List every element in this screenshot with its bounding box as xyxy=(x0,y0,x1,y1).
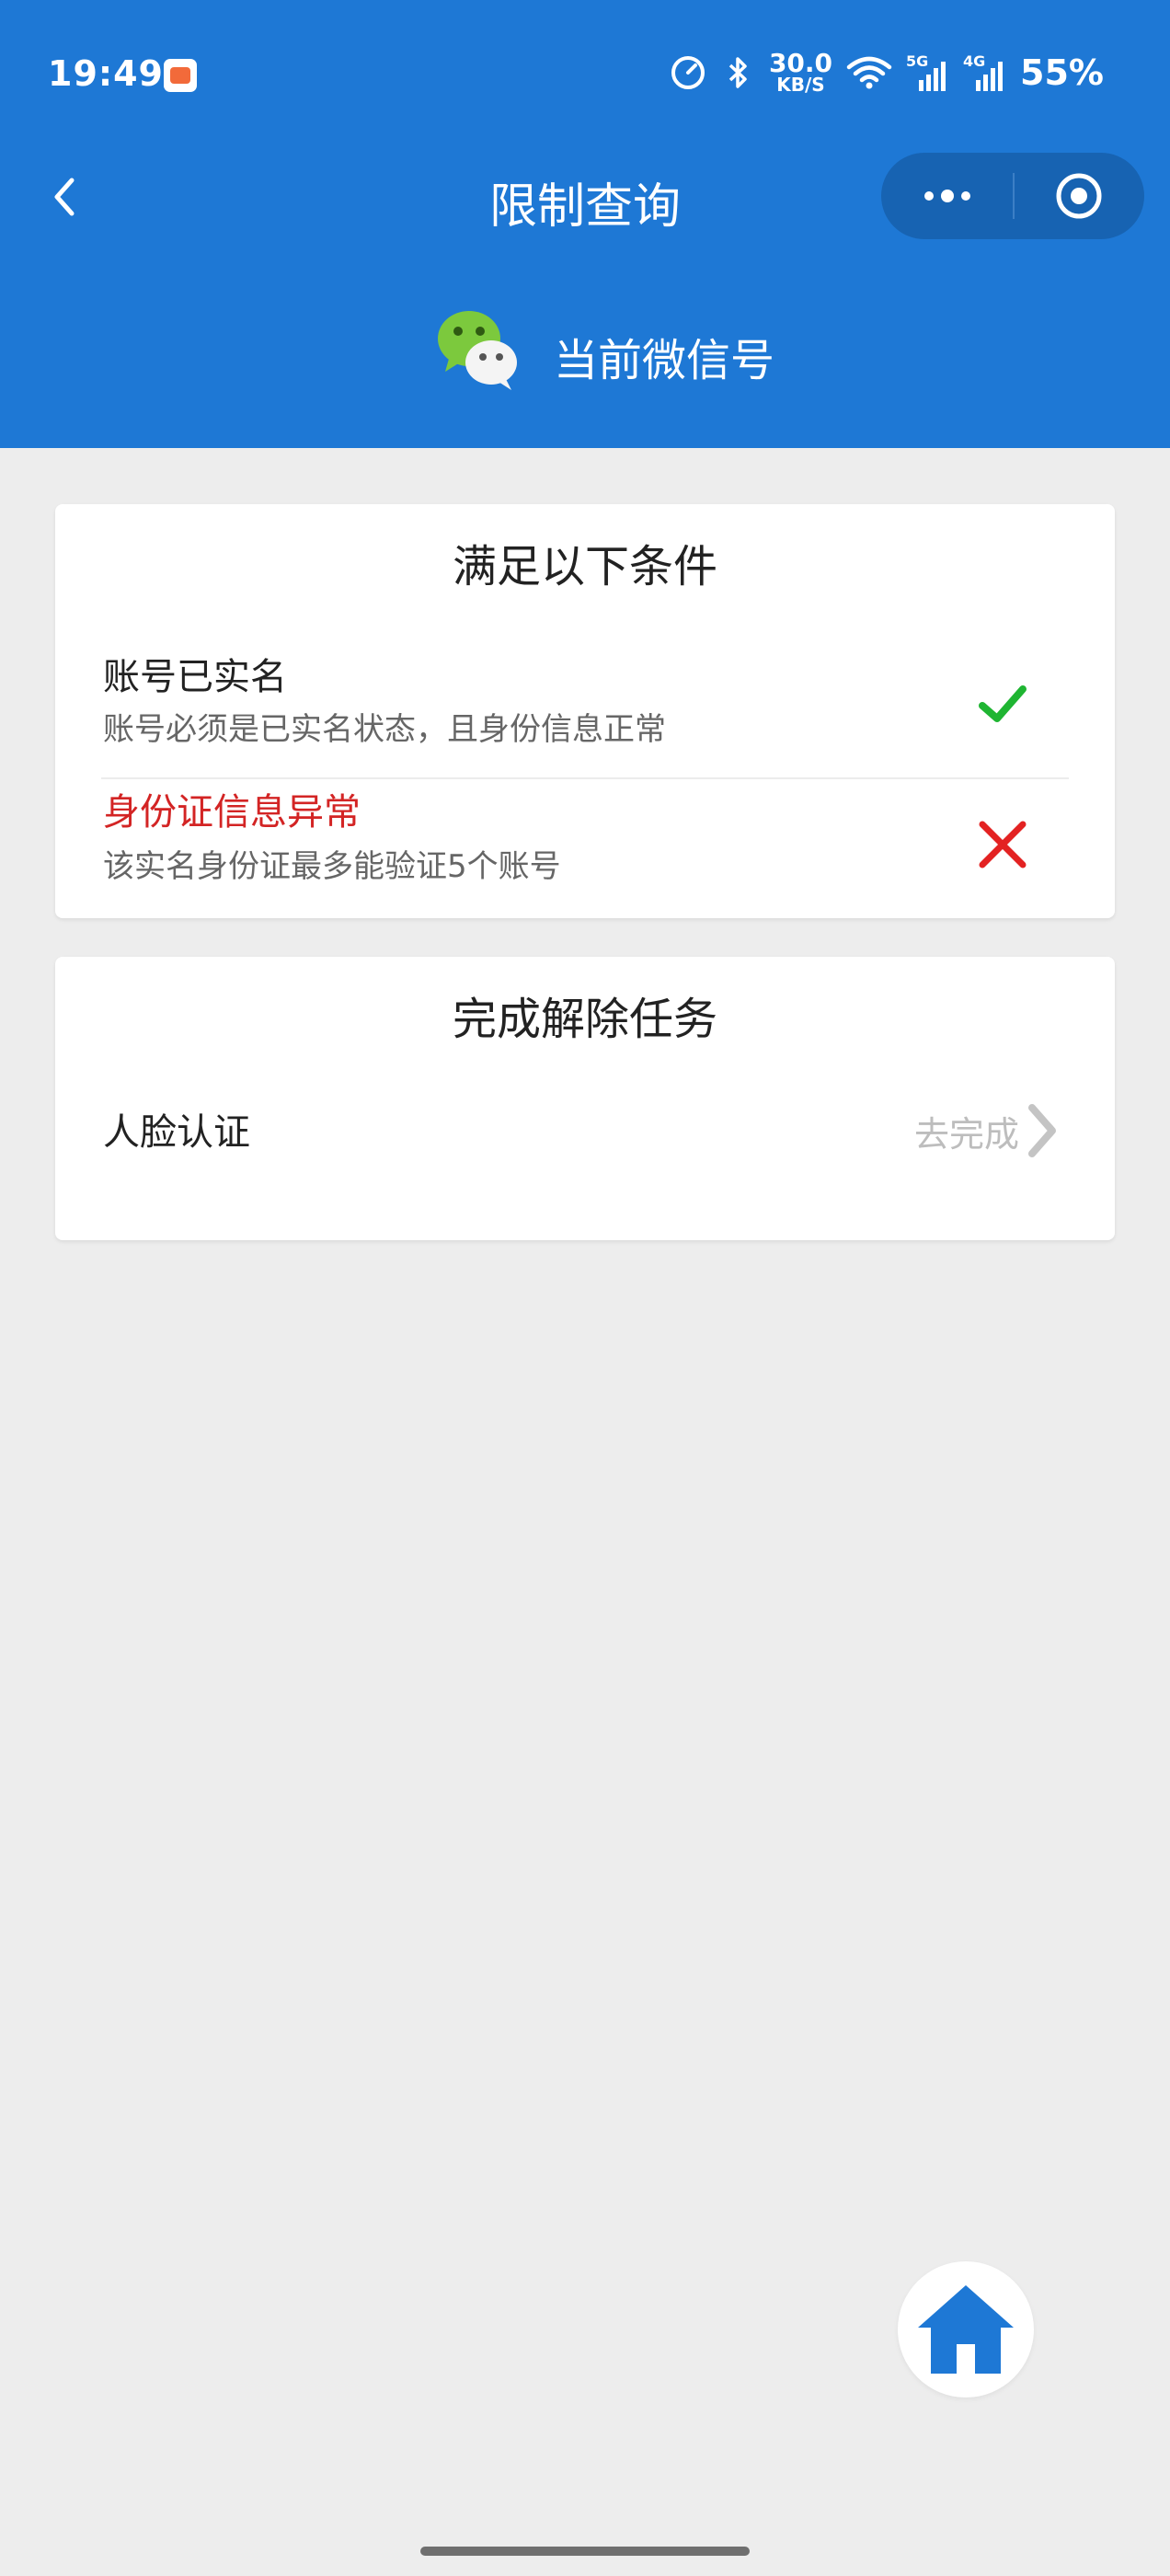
chevron-right-icon xyxy=(1028,1104,1056,1157)
nav-bar: 限制查询 xyxy=(0,147,1170,248)
conditions-title: 满足以下条件 xyxy=(452,541,717,592)
tasks-card: 完成解除任务 人脸认证 去完成 xyxy=(55,957,1115,1240)
battery-level: 55% xyxy=(1020,52,1104,93)
net-speed-unit: KB/S xyxy=(776,74,825,96)
more-dots-icon xyxy=(924,190,970,202)
condition-title: 身份证信息异常 xyxy=(103,791,361,834)
close-button[interactable] xyxy=(1015,153,1144,239)
conditions-card: 满足以下条件 账号已实名 账号必须是已实名状态，且身份信息正常 身份证信息异常 … xyxy=(55,504,1115,918)
condition-desc: 该实名身份证最多能验证5个账号 xyxy=(103,848,561,885)
task-action-button[interactable]: 去完成 xyxy=(914,1098,1060,1163)
app-notification-icon xyxy=(164,59,197,92)
bluetooth-icon xyxy=(728,57,747,88)
condition-item: 身份证信息异常 该实名身份证最多能验证5个账号 xyxy=(101,778,1069,916)
mini-program-capsule xyxy=(881,153,1144,239)
check-icon xyxy=(979,685,1027,722)
target-icon xyxy=(1056,173,1102,219)
status-time: 19:49 xyxy=(48,53,164,94)
current-account: 当前微信号 xyxy=(0,304,1170,405)
net-speed: 30.0 KB/S xyxy=(768,48,833,96)
wifi-icon xyxy=(846,56,892,89)
status-icons: 30.0 KB/S 5G 4G 55% xyxy=(670,48,1104,96)
gesture-bar[interactable] xyxy=(420,2547,750,2556)
condition-title: 账号已实名 xyxy=(103,656,287,698)
more-button[interactable] xyxy=(881,153,1013,239)
condition-item: 账号已实名 账号必须是已实名状态，且身份信息正常 xyxy=(101,647,1069,779)
cross-icon xyxy=(979,821,1027,868)
signal-5g: 5G xyxy=(906,52,950,91)
tasks-title: 完成解除任务 xyxy=(452,994,717,1045)
task-face-verification[interactable]: 人脸认证 去完成 xyxy=(101,1093,1069,1167)
condition-desc: 账号必须是已实名状态，且身份信息正常 xyxy=(103,711,666,748)
home-button[interactable] xyxy=(898,2261,1034,2398)
wechat-icon xyxy=(438,311,517,390)
net-speed-value: 30.0 xyxy=(768,48,833,78)
status-bar: 19:49 30.0 KB/S 5G 4G 55% xyxy=(0,0,1170,147)
task-action-label: 去完成 xyxy=(913,1113,1019,1155)
current-account-label: 当前微信号 xyxy=(554,335,775,386)
home-icon xyxy=(918,2285,1014,2374)
task-label: 人脸认证 xyxy=(103,1111,250,1154)
signal-4g: 4G xyxy=(963,52,1007,91)
signal-icon xyxy=(919,62,946,91)
signal-icon xyxy=(976,62,1004,91)
header: 19:49 30.0 KB/S 5G 4G 55% 限制查询 当前微信号 xyxy=(0,0,1170,448)
speedometer-icon xyxy=(671,56,705,89)
